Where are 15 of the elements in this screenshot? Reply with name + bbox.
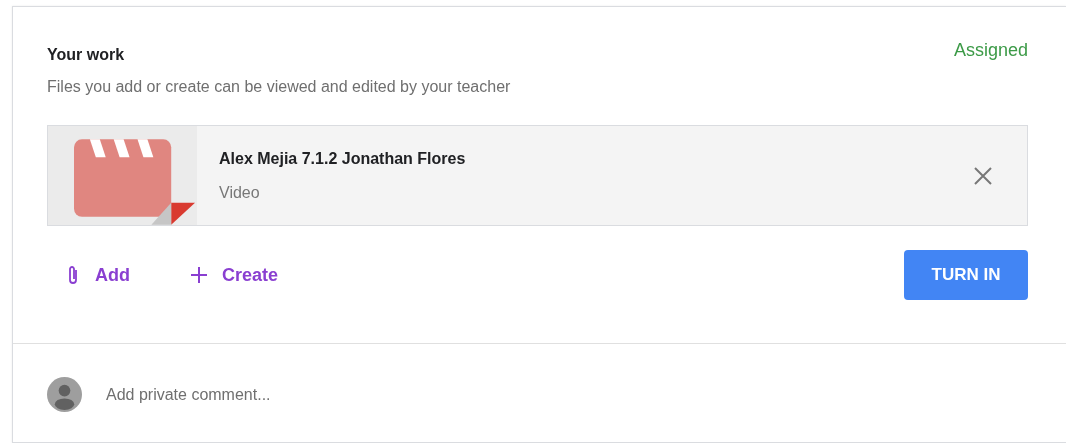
comment-field[interactable]: Add private comment... <box>104 381 504 408</box>
attachment-card[interactable]: Alex Mejia 7.1.2 Jonathan Flores Video <box>47 125 1028 226</box>
plus-icon <box>190 266 208 284</box>
file-title: Alex Mejia 7.1.2 Jonathan Flores <box>219 148 467 169</box>
video-icon <box>74 139 197 225</box>
section-title: Your work <box>47 45 126 65</box>
avatar-icon <box>47 377 82 412</box>
turn-in-button[interactable]: TURN IN <box>904 250 1028 300</box>
section-subtitle: Files you add or create can be viewed and edited by your teacher <box>47 77 511 97</box>
file-type: Video <box>219 182 261 203</box>
status-label: Assigned <box>953 39 1028 62</box>
paperclip-icon <box>67 265 79 285</box>
create-button[interactable]: Create <box>182 255 287 295</box>
add-button[interactable]: Add <box>59 255 138 295</box>
close-icon <box>973 166 993 187</box>
